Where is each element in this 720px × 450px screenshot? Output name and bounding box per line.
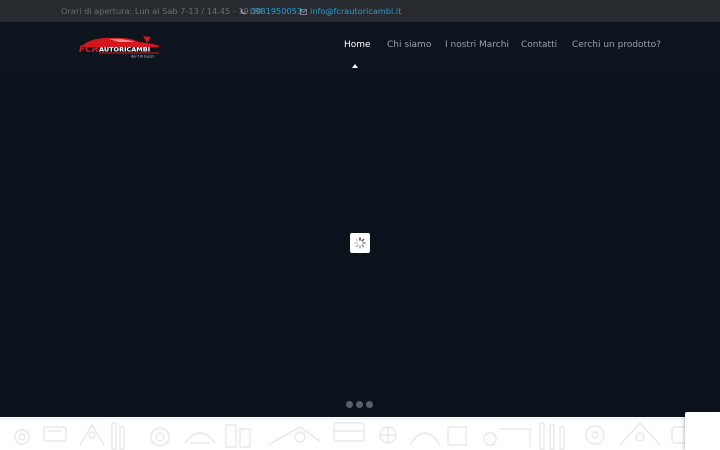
svg-text:dei f.lli Guzzi: dei f.lli Guzzi <box>131 55 154 59</box>
slider-bullet[interactable] <box>346 401 353 408</box>
auto-parts-pattern-strip <box>0 417 720 450</box>
phone-icon <box>240 8 247 15</box>
email-address: info@fcrautoricambi.it <box>310 6 402 16</box>
spinner-icon <box>354 237 366 249</box>
nav-item-contatti[interactable]: Contatti <box>521 40 557 50</box>
nav-item-chi-siamo[interactable]: Chi siamo <box>387 40 431 50</box>
phone-number: 0981950053 <box>250 6 303 16</box>
slider-bullet[interactable] <box>356 401 363 408</box>
nav-item-cerchi-prodotto[interactable]: Cerchi un prodotto? <box>572 40 661 50</box>
phone-link[interactable]: 0981950053 <box>240 6 302 16</box>
opening-hours-text: Orari di apertura: Lun al Sab 7-13 / 14.… <box>61 6 262 16</box>
top-info-bar: Orari di apertura: Lun al Sab 7-13 / 14.… <box>0 0 720 22</box>
slider-bullet[interactable] <box>366 401 373 408</box>
main-navigation: Home Chi siamo I nostri Marchi Contatti … <box>0 40 720 52</box>
nav-item-home[interactable]: Home <box>344 40 371 50</box>
slider-loading-indicator <box>350 233 370 253</box>
envelope-icon <box>300 9 307 15</box>
nav-item-marchi[interactable]: I nostri Marchi <box>445 40 509 50</box>
recaptcha-badge[interactable] <box>685 412 720 450</box>
email-link[interactable]: info@fcrautoricambi.it <box>300 6 401 16</box>
active-nav-caret-icon <box>352 64 358 68</box>
